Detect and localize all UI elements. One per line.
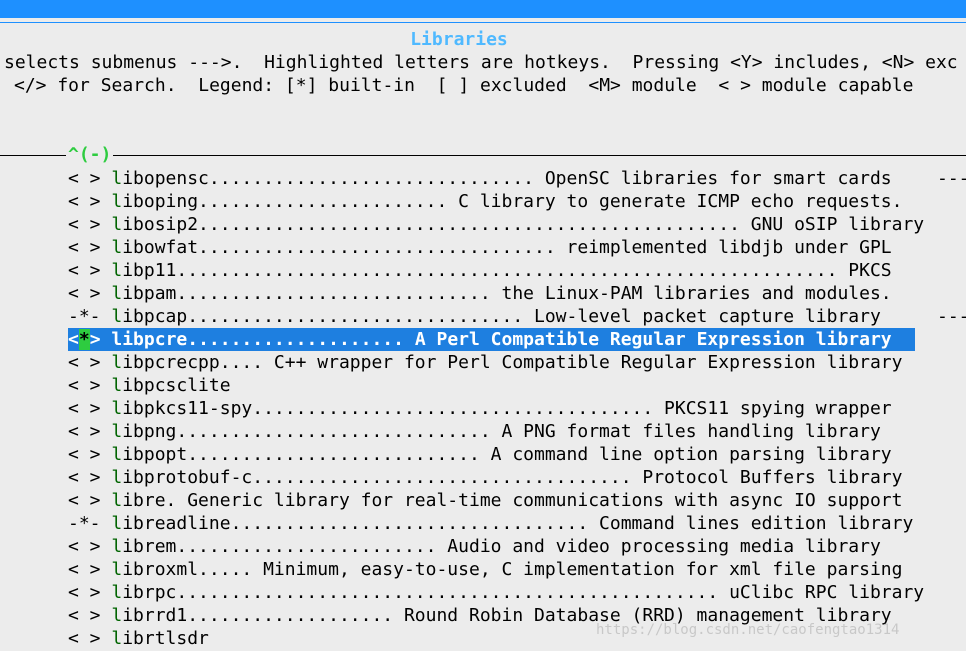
option-label: ibpam............................. the L… (122, 283, 892, 304)
option-label: ibreadline..............................… (122, 513, 914, 534)
option-state-marker[interactable]: <*> (68, 329, 101, 350)
list-item[interactable]: < > libp11..............................… (68, 259, 915, 282)
option-label: ibrem........................ Audio and … (122, 536, 881, 557)
config-option-list: < > libopensc...........................… (68, 167, 924, 650)
option-state-marker[interactable]: -*- (68, 513, 101, 534)
option-label: ibopensc.............................. O… (122, 168, 892, 189)
list-item[interactable]: -*- libpcap.............................… (68, 305, 915, 328)
option-label: ibpcap............................... Lo… (122, 306, 881, 327)
list-item[interactable]: < > libowfat............................… (68, 236, 915, 259)
option-label: ibpopt........................... A comm… (122, 444, 892, 465)
option-state-marker[interactable]: < > (68, 214, 101, 235)
option-state-marker[interactable]: < > (68, 444, 101, 465)
cursor: * (78, 329, 90, 350)
scroll-up-indicator[interactable]: ^(-) (66, 144, 114, 166)
hotkey-letter: l (111, 191, 123, 212)
hotkey-letter: l (111, 329, 123, 350)
option-state-marker[interactable]: < > (68, 398, 101, 419)
watermark: https://blog.csdn.net/caofengtao1314 (596, 622, 900, 638)
top-bar (0, 0, 966, 18)
list-item[interactable]: < > libre. Generic library for real-time… (68, 489, 915, 512)
option-label: ibpkcs11-spy............................… (122, 398, 892, 419)
option-state-marker[interactable]: < > (68, 237, 101, 258)
list-frame-top (0, 155, 966, 156)
hotkey-letter: l (111, 582, 123, 603)
option-state-marker[interactable]: < > (68, 375, 101, 396)
option-state-marker[interactable]: < > (68, 191, 101, 212)
option-state-marker[interactable]: < > (68, 352, 101, 373)
option-label: ibosip2.................................… (122, 214, 925, 235)
option-state-marker[interactable]: < > (68, 605, 101, 626)
list-item[interactable]: < > libpam............................. … (68, 282, 915, 305)
hotkey-letter: l (111, 467, 123, 488)
option-label: ibpcrecpp.... C++ wrapper for Perl Compa… (122, 352, 903, 373)
option-label: ibpng............................. A PNG… (122, 421, 881, 442)
option-state-marker[interactable]: < > (68, 490, 101, 511)
hotkey-letter: l (111, 559, 123, 580)
hotkey-letter: l (111, 605, 123, 626)
list-item[interactable]: < > libopensc...........................… (68, 167, 915, 190)
hotkey-letter: l (111, 352, 123, 373)
option-label: iboping....................... C library… (122, 191, 903, 212)
list-item[interactable]: < > libosip2............................… (68, 213, 924, 236)
hotkey-letter: l (111, 306, 123, 327)
menu-title: Libraries (0, 29, 918, 51)
option-label: ibowfat.................................… (122, 237, 892, 258)
option-state-marker[interactable]: -*- (68, 306, 101, 327)
hotkey-letter: l (111, 283, 123, 304)
option-label: ibre. Generic library for real-time comm… (122, 490, 903, 511)
hotkey-letter: l (111, 214, 123, 235)
option-label: ibpcsclite (122, 375, 231, 396)
help-text-line-1: selects submenus --->. Highlighted lette… (4, 52, 958, 73)
option-state-marker[interactable]: < > (68, 168, 101, 189)
hotkey-letter: l (111, 260, 123, 281)
list-item-selected[interactable]: <*> libpcre.................... A Perl C… (68, 328, 915, 351)
option-state-marker[interactable]: < > (68, 582, 101, 603)
top-border-line (0, 22, 966, 23)
hotkey-letter: l (111, 628, 123, 649)
list-item[interactable]: < > libpopt........................... A… (68, 443, 915, 466)
list-item[interactable]: < > librpc..............................… (68, 581, 924, 604)
option-label: ibp11...................................… (122, 260, 892, 281)
list-item[interactable]: < > libroxml..... Minimum, easy-to-use, … (68, 558, 915, 581)
hotkey-letter: l (111, 444, 123, 465)
list-item[interactable]: < > libpng............................. … (68, 420, 915, 443)
option-label: ibprotobuf-c............................… (122, 467, 903, 488)
hotkey-letter: l (111, 375, 123, 396)
hotkey-letter: l (111, 490, 123, 511)
hotkey-letter: l (111, 168, 123, 189)
list-item[interactable]: < > librem........................ Audio… (68, 535, 915, 558)
hotkey-letter: l (111, 237, 123, 258)
option-label: ibroxml..... Minimum, easy-to-use, C imp… (122, 559, 903, 580)
option-state-marker[interactable]: < > (68, 536, 101, 557)
hotkey-letter: l (111, 536, 123, 557)
submenu-arrow: --- (937, 168, 966, 189)
hotkey-letter: l (111, 398, 123, 419)
hotkey-letter: l (111, 513, 123, 534)
option-state-marker[interactable]: < > (68, 283, 101, 304)
option-label: ibpcre.................... A Perl Compat… (122, 329, 892, 350)
list-item[interactable]: -*- libreadline.........................… (68, 512, 915, 535)
hotkey-letter: l (111, 421, 123, 442)
list-item[interactable]: < > libpcrecpp.... C++ wrapper for Perl … (68, 351, 915, 374)
list-item[interactable]: < > libprotobuf-c.......................… (68, 466, 915, 489)
option-state-marker[interactable]: < > (68, 260, 101, 281)
option-label: ibrtlsdr (122, 628, 209, 649)
list-item[interactable]: < > libpkcs11-spy.......................… (68, 397, 915, 420)
option-state-marker[interactable]: < > (68, 421, 101, 442)
option-label: ibrpc...................................… (122, 582, 925, 603)
submenu-arrow: --- (937, 306, 966, 327)
help-text-line-2: </> for Search. Legend: [*] built-in [ ]… (14, 75, 914, 96)
option-state-marker[interactable]: < > (68, 467, 101, 488)
list-item[interactable]: < > liboping....................... C li… (68, 190, 915, 213)
menu-title-text: Libraries (404, 29, 514, 50)
option-state-marker[interactable]: < > (68, 559, 101, 580)
option-state-marker[interactable]: < > (68, 628, 101, 649)
list-item[interactable]: < > libpcsclite (68, 374, 915, 397)
